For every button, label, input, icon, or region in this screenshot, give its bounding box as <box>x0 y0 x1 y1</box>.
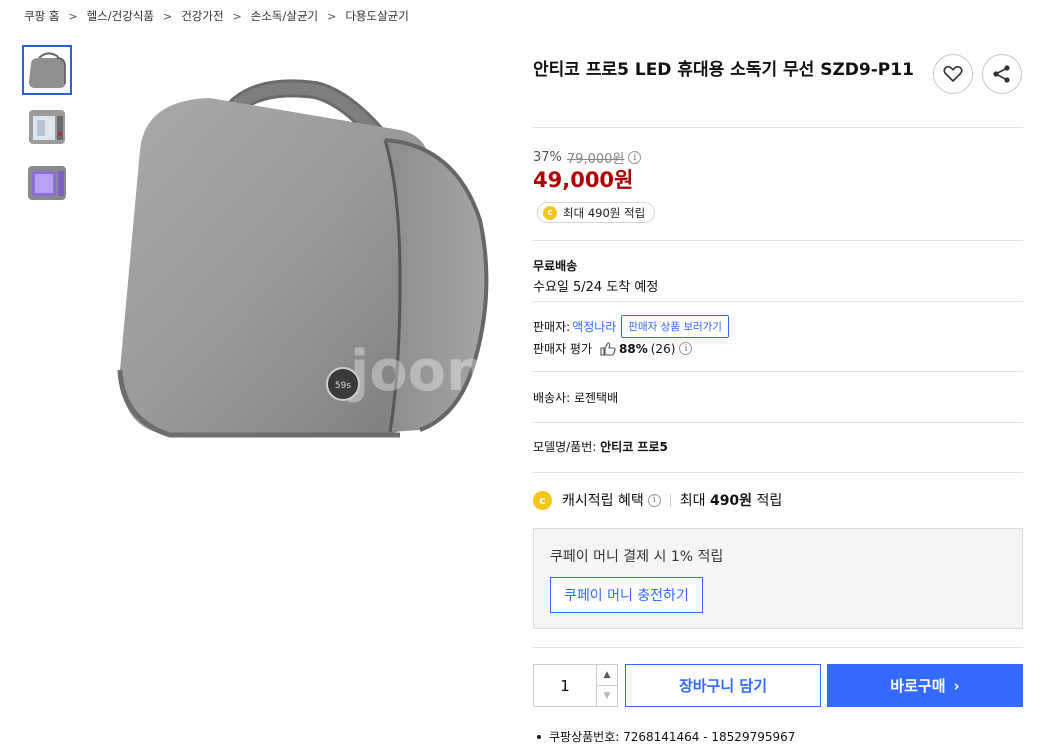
coupay-charge-button[interactable]: 쿠페이 머니 충전하기 <box>550 577 703 613</box>
breadcrumb: 쿠팡 홈 > 헬스/건강식품 > 건강가전 > 손소독/살균기 > 다용도살균기 <box>24 8 409 24</box>
breadcrumb-separator: > <box>68 9 78 23</box>
model-label: 모델명/품번: <box>533 440 597 454</box>
model-value: 안티코 프로5 <box>600 440 668 454</box>
add-to-cart-button[interactable]: 장바구니 담기 <box>625 664 821 707</box>
cash-reward-pill: c 최대 490원 적립 <box>537 202 656 223</box>
thumbnail-purple-uv[interactable] <box>22 157 72 207</box>
delivery-date: 수요일 5/24 도착 예정 <box>533 280 659 295</box>
seller-name-link[interactable]: 액정나라 <box>572 318 616 335</box>
model-info: 모델명/품번: 안티코 프로5 <box>533 438 668 455</box>
breadcrumb-appliance[interactable]: 건강가전 <box>181 8 223 24</box>
watermark-text: joon <box>348 339 486 404</box>
gray-bag-thumb-image <box>29 52 66 88</box>
main-product-image: joon 59s <box>100 70 500 460</box>
buy-now-label: 바로구매 <box>890 677 946 695</box>
purple-uv-thumb-image <box>28 166 66 200</box>
seller-products-button[interactable]: 판매자 상품 보러가기 <box>621 315 729 338</box>
divider <box>533 240 1023 241</box>
breadcrumb-multi-sterilizer[interactable]: 다용도살균기 <box>345 8 408 24</box>
badge-text: 59s <box>335 381 351 391</box>
divider <box>533 472 1023 473</box>
cashback-amount: 490원 <box>709 493 753 509</box>
product-title: 안티코 프로5 LED 휴대용 소독기 무선 SZD9-P11 <box>533 60 914 80</box>
thumbnail-open-bag[interactable] <box>22 101 72 151</box>
seller-rating-label: 판매자 평가 <box>533 342 593 356</box>
quantity-down-button[interactable]: ▼ <box>597 686 617 706</box>
coin-icon: c <box>533 490 552 510</box>
quantity-arrows: ▲ ▼ <box>596 665 617 706</box>
heart-icon <box>943 65 963 82</box>
divider <box>533 647 1023 648</box>
coin-icon: c <box>543 205 557 220</box>
bullet <box>537 734 541 739</box>
cashback-row: c 캐시적립 혜택 i 최대 490원 적립 <box>533 490 782 510</box>
chevron-right-icon: › <box>953 676 960 695</box>
divider <box>533 127 1023 128</box>
breadcrumb-separator: > <box>162 9 173 23</box>
seller-rating-count: (26) <box>650 341 676 356</box>
cashback-label: 캐시적립 혜택 <box>562 493 644 509</box>
info-icon[interactable]: i <box>647 493 661 507</box>
divider <box>533 422 1023 423</box>
sale-price: 49,000원 <box>533 168 634 192</box>
thumbnail-list <box>22 45 72 213</box>
breadcrumb-separator: > <box>327 9 337 23</box>
breadcrumb-home[interactable]: 쿠팡 홈 <box>24 8 59 24</box>
share-icon <box>993 65 1010 83</box>
breadcrumb-separator: > <box>232 9 242 23</box>
product-id: 쿠팡상품번호: 7268141464 - 18529795967 <box>537 728 795 745</box>
cashback-prefix: 최대 <box>679 493 706 509</box>
cashback-suffix: 적립 <box>756 493 783 509</box>
seller-rating-percent: 88% <box>619 341 648 356</box>
sterilizer-bag-illustration: joon 59s <box>117 79 489 438</box>
quantity-up-button[interactable]: ▲ <box>597 665 617 686</box>
courier-info: 배송사: 로젠택배 <box>533 391 619 405</box>
coupay-box: 쿠페이 머니 결제 시 1% 적립 쿠페이 머니 충전하기 <box>533 528 1023 629</box>
coupay-text: 쿠페이 머니 결제 시 1% 적립 <box>550 549 724 565</box>
wishlist-button[interactable] <box>933 54 973 94</box>
buy-now-button[interactable]: 바로구매 › <box>827 664 1023 707</box>
divider <box>533 371 1023 372</box>
info-icon[interactable]: i <box>679 342 693 355</box>
thumbnail-gray-bag[interactable] <box>22 45 72 95</box>
seller-row: 판매자: 액정나라 판매자 상품 보러가기 <box>533 315 729 338</box>
discount-rate: 37% <box>533 150 562 165</box>
seller-rating-row: 판매자 평가 88% (26) i <box>533 340 693 357</box>
shipping-title: 무료배송 <box>533 259 578 273</box>
cash-reward-text: 최대 490원 적립 <box>563 205 646 220</box>
product-id-text: 쿠팡상품번호: 7268141464 - 18529795967 <box>549 730 796 744</box>
divider <box>533 301 1023 302</box>
share-button[interactable] <box>982 54 1022 94</box>
quantity-stepper: ▲ ▼ <box>533 664 618 707</box>
breadcrumb-health[interactable]: 헬스/건강식품 <box>87 8 154 24</box>
open-bag-thumb-image <box>29 110 65 144</box>
info-icon[interactable]: i <box>628 151 642 164</box>
seller-label: 판매자: <box>533 320 571 334</box>
quantity-input[interactable] <box>534 665 596 706</box>
vertical-divider <box>669 493 671 507</box>
breadcrumb-sanitizer[interactable]: 손소독/살균기 <box>251 8 318 24</box>
thumbs-up-icon <box>600 341 616 356</box>
